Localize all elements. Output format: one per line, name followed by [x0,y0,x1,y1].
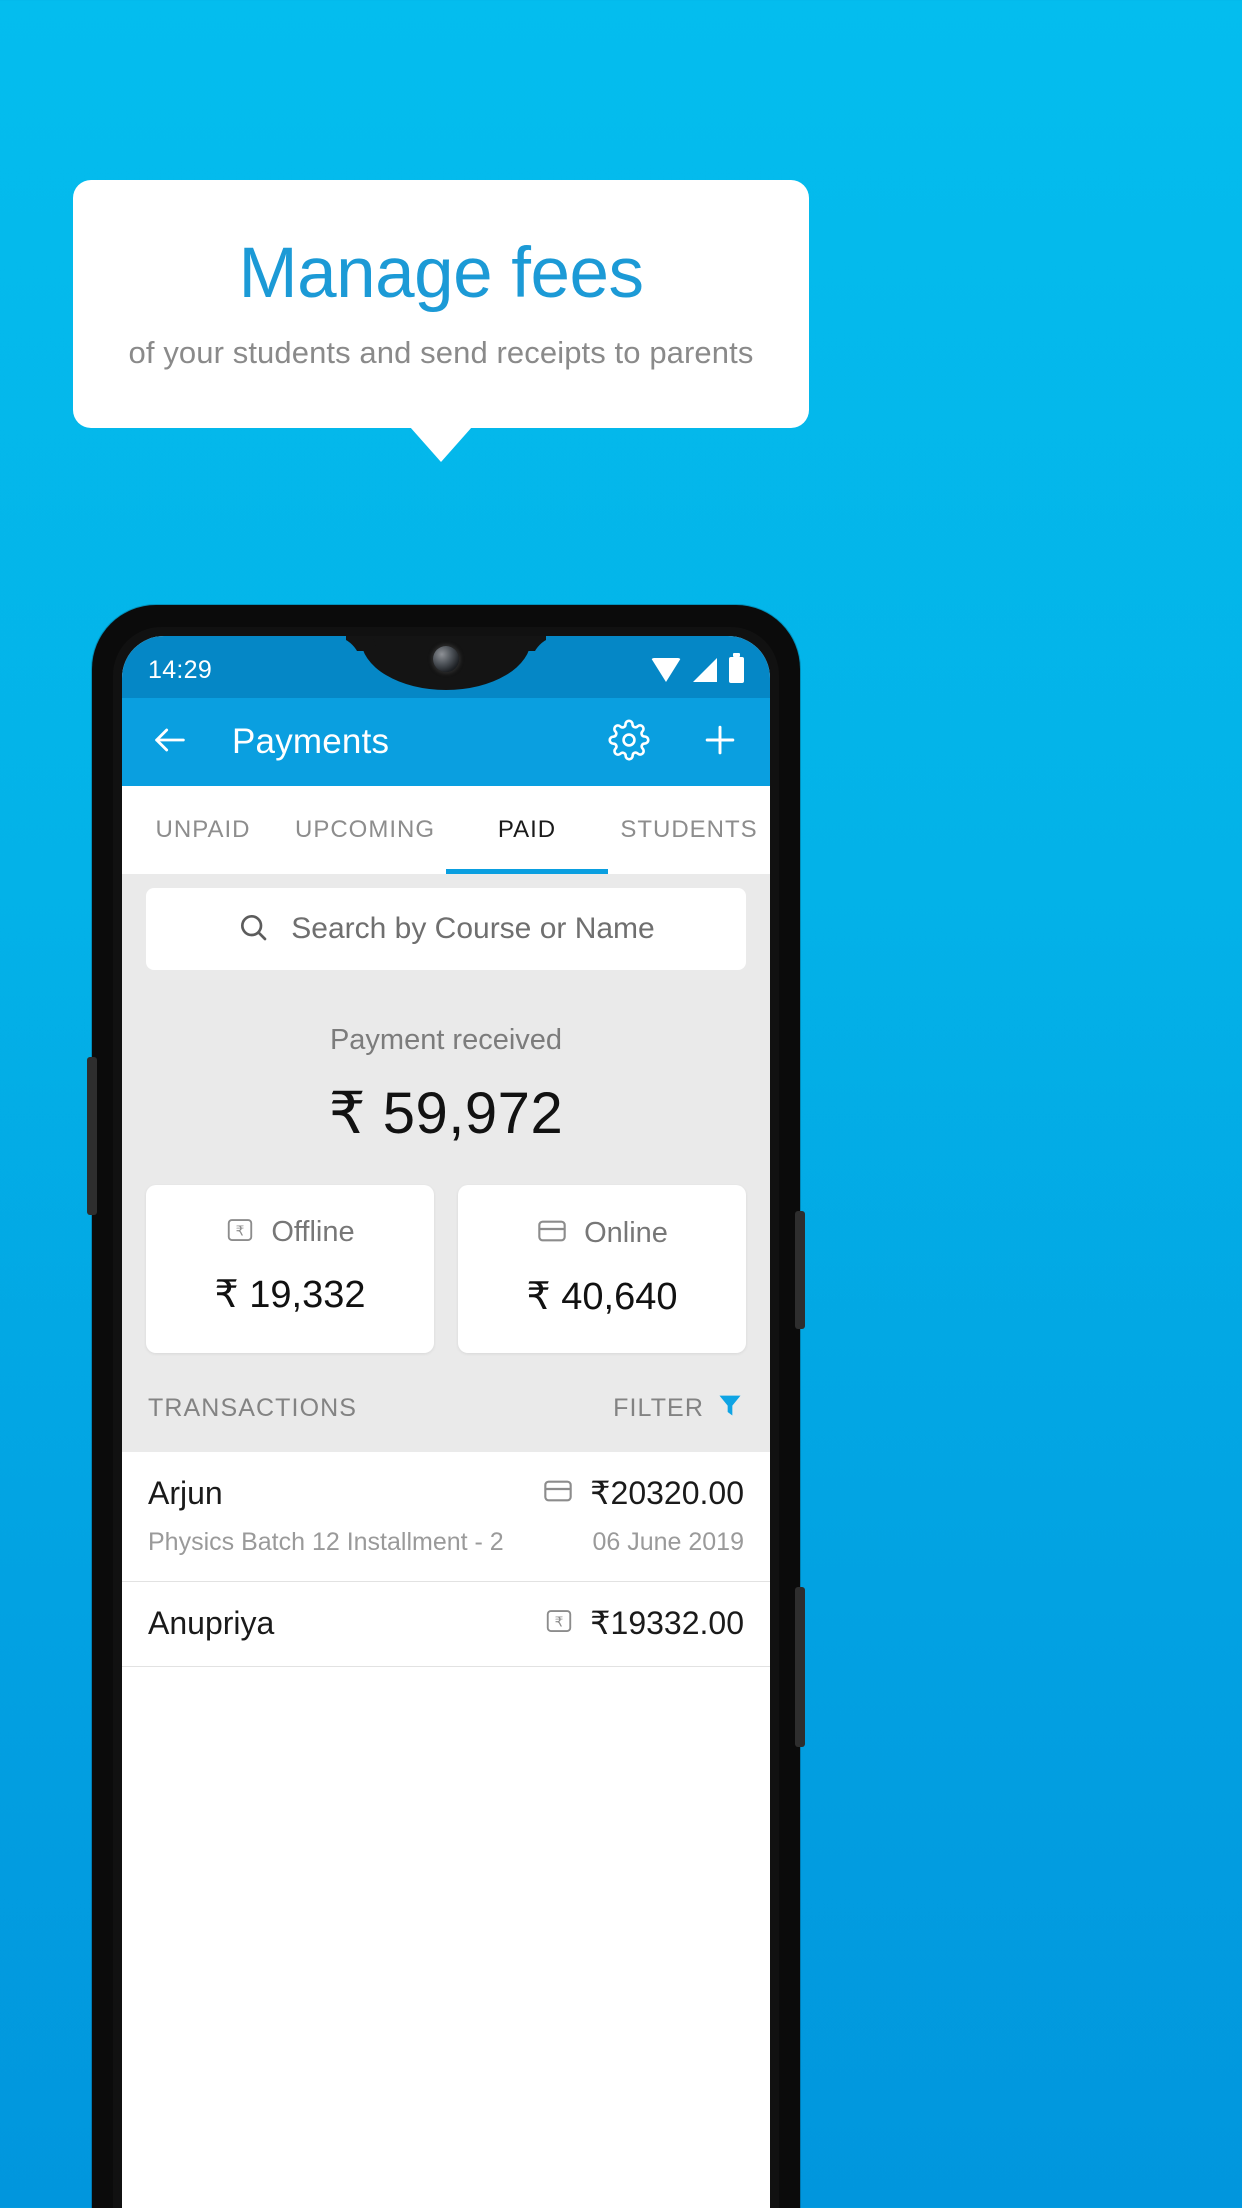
transaction-primary-line: Anupriya ₹ ₹19332.00 [148,1604,744,1642]
transaction-amount: ₹19332.00 [590,1605,744,1641]
wifi-icon [651,658,681,682]
tab-upcoming[interactable]: UPCOMING [284,786,446,874]
online-amount: ₹ 40,640 [526,1276,678,1318]
summary-label: Payment received [329,1024,563,1056]
search-container: Search by Course or Name [122,874,770,990]
arrow-left-icon[interactable] [150,720,190,765]
app-bar: Payments [122,698,770,786]
screen-content: Search by Course or Name Payment receive… [122,874,770,1667]
credit-card-icon [542,1475,574,1512]
funnel-icon [716,1391,744,1426]
transaction-date: 06 June 2019 [592,1528,744,1556]
signal-icon [693,658,717,682]
credit-card-icon [536,1215,568,1252]
display-notch [361,636,531,690]
status-bar-icons [651,653,744,683]
svg-text:₹: ₹ [236,1224,245,1240]
phone-button-left[interactable] [87,1057,97,1215]
phone-mockup: 14:29 Payments UNPAID UPCOMING PAID STUD… [87,605,805,2208]
status-bar: 14:29 [122,636,770,698]
front-camera-icon [433,646,459,672]
breakdown-cards: ₹ Offline ₹ 19,332 Online ₹ 40,640 [122,1157,770,1353]
app-bar-actions [608,718,742,767]
promo-title: Manage fees [238,233,644,313]
rupee-box-icon: ₹ [225,1215,255,1250]
promo-bubble: Manage fees of your students and send re… [73,180,809,428]
promo-bubble-tail [410,427,472,462]
phone-bezel: 14:29 Payments UNPAID UPCOMING PAID STUD… [113,627,779,2208]
transaction-name: Arjun [148,1474,223,1511]
tab-students[interactable]: STUDENTS [608,786,770,874]
offline-label: Offline [271,1216,355,1248]
transaction-secondary-line: Physics Batch 12 Installment - 2 06 June… [148,1528,744,1557]
search-input[interactable]: Search by Course or Name [146,888,746,970]
table-row[interactable]: Anupriya ₹ ₹19332.00 [122,1582,770,1667]
offline-card[interactable]: ₹ Offline ₹ 19,332 [146,1185,434,1353]
online-card-head: Online [458,1215,746,1252]
rupee-box-icon: ₹ [544,1606,574,1641]
table-row[interactable]: Arjun ₹20320.00 Physics Batch 12 Install… [122,1452,770,1582]
status-bar-clock: 14:29 [148,655,213,684]
search-icon [237,911,269,948]
tab-unpaid[interactable]: UNPAID [122,786,284,874]
transaction-name: Anupriya [148,1604,275,1641]
online-label: Online [584,1217,668,1249]
offline-amount: ₹ 19,332 [214,1274,366,1316]
battery-icon [729,653,744,683]
online-card[interactable]: Online ₹ 40,640 [458,1185,746,1353]
plus-icon[interactable] [698,718,742,767]
transaction-list: Arjun ₹20320.00 Physics Batch 12 Install… [122,1452,770,1667]
phone-screen: 14:29 Payments UNPAID UPCOMING PAID STUD… [122,636,770,2208]
search-placeholder: Search by Course or Name [291,912,655,945]
phone-button-volume[interactable] [795,1211,805,1329]
svg-text:₹: ₹ [555,1614,564,1630]
summary-amount: ₹ 59,972 [328,1081,564,1146]
gear-icon[interactable] [608,718,650,766]
transaction-primary-line: Arjun ₹20320.00 [148,1474,744,1512]
transaction-amount: ₹20320.00 [590,1475,744,1511]
transactions-title: TRANSACTIONS [148,1394,358,1422]
transaction-amount-group: ₹ ₹19332.00 [544,1604,744,1642]
tab-bar: UNPAID UPCOMING PAID STUDENTS [122,786,770,874]
payment-summary: Payment received ₹ 59,972 [122,990,770,1157]
filter-label: FILTER [613,1394,704,1422]
offline-card-head: ₹ Offline [146,1215,434,1250]
filter-button[interactable]: FILTER [613,1391,744,1426]
promo-subtitle: of your students and send receipts to pa… [128,334,754,370]
transaction-description: Physics Batch 12 Installment - 2 [148,1528,504,1556]
page-title: Payments [232,722,390,761]
phone-button-power[interactable] [795,1587,805,1747]
tab-paid[interactable]: PAID [446,786,608,874]
transaction-amount-group: ₹20320.00 [542,1474,744,1512]
transactions-header: TRANSACTIONS FILTER [122,1353,770,1452]
